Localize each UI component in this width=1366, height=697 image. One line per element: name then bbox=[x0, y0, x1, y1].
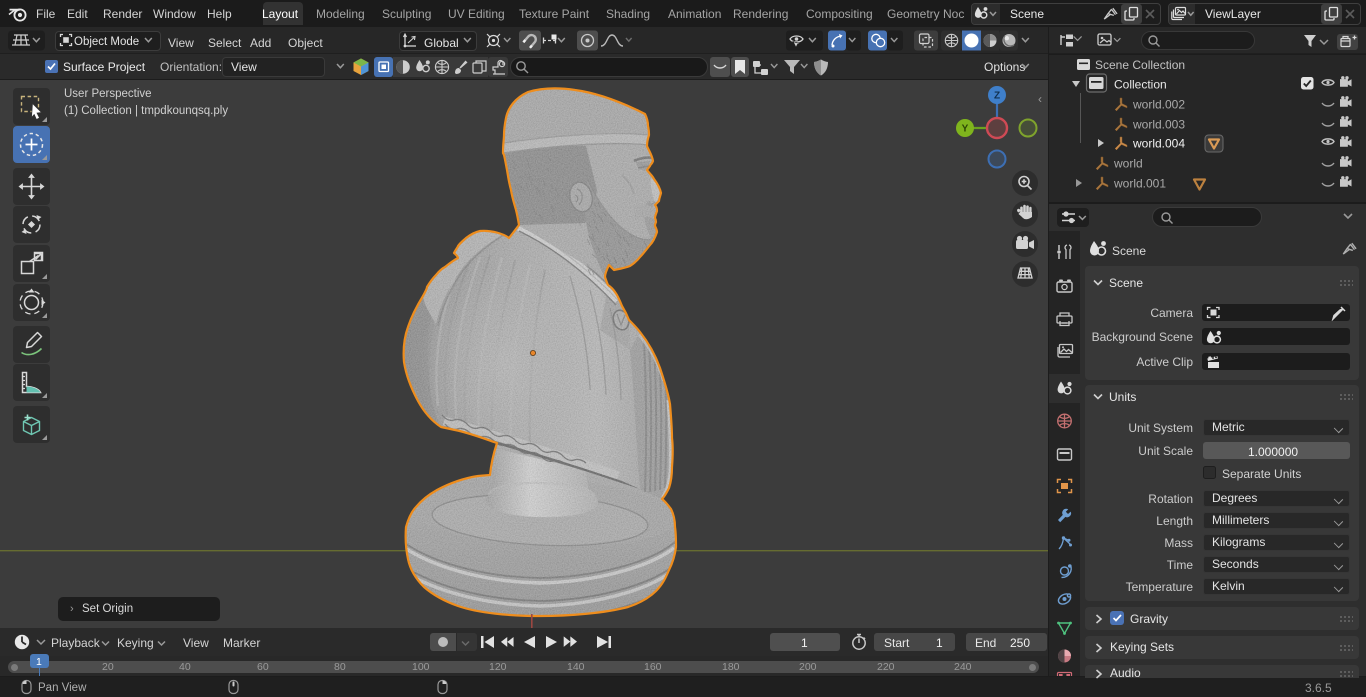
svg-text:Y: Y bbox=[962, 124, 969, 135]
svg-text:Z: Z bbox=[994, 91, 1000, 102]
svg-text:world.002: world.002 bbox=[1132, 98, 1185, 112]
svg-text:world.001: world.001 bbox=[1113, 177, 1166, 191]
svg-text:Scene Collection: Scene Collection bbox=[1095, 58, 1185, 72]
svg-text:world.003: world.003 bbox=[1132, 118, 1185, 132]
svg-text:world: world bbox=[1113, 157, 1143, 171]
svg-text:world.004: world.004 bbox=[1132, 137, 1185, 151]
svg-text:Collection: Collection bbox=[1114, 78, 1167, 92]
